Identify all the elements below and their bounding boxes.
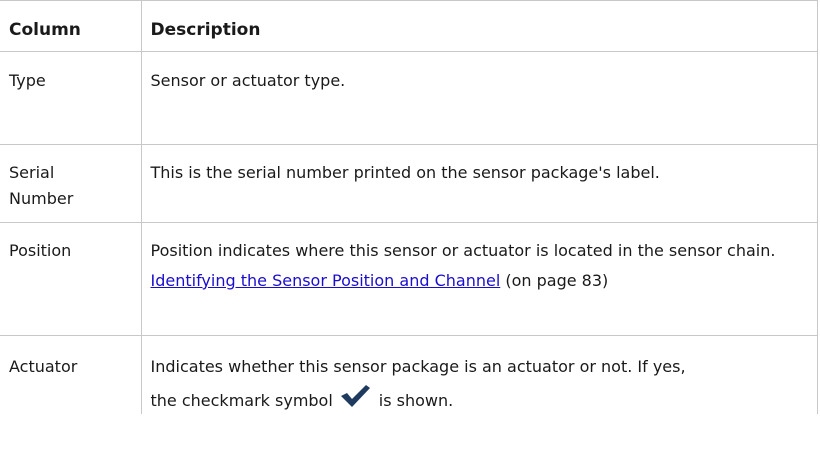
table-row: Serial Number This is the serial number …: [0, 144, 818, 223]
actuator-description-line1: Indicates whether this sensor package is…: [150, 357, 686, 376]
actuator-pre-icon-text: the checkmark symbol: [150, 391, 333, 410]
actuator-post-icon-text: is shown.: [378, 391, 454, 410]
table-row: Type Sensor or actuator type.: [0, 51, 818, 145]
cell-description-position: Position indicates where this sensor or …: [140, 222, 818, 336]
table-row: Actuator Indicates whether this sensor p…: [0, 335, 818, 414]
position-link-line: Identifying the Sensor Position and Chan…: [151, 268, 818, 294]
serial-number-label: Serial Number: [9, 163, 74, 208]
table-row: Position Position indicates where this s…: [0, 222, 818, 336]
header-description: Description: [140, 0, 818, 52]
cell-column-position: Position: [0, 222, 142, 336]
sensor-position-link[interactable]: Identifying the Sensor Position and Chan…: [151, 271, 501, 290]
cell-column-actuator: Actuator: [0, 335, 142, 414]
checkmark-icon: [339, 384, 371, 408]
cell-column-type: Type: [0, 51, 142, 145]
column-description-table: Column Description Type Sensor or actuat…: [0, 0, 818, 414]
position-description: Position indicates where this sensor or …: [150, 241, 776, 260]
cell-description-serial-number: This is the serial number printed on the…: [140, 144, 818, 223]
table-header-row: Column Description: [0, 0, 818, 52]
cell-description-type: Sensor or actuator type.: [140, 51, 818, 145]
header-column: Column: [0, 0, 142, 52]
cell-description-actuator: Indicates whether this sensor package is…: [140, 335, 818, 414]
page-reference: (on page 83): [500, 271, 609, 290]
actuator-description-line2: the checkmark symbol is shown.: [151, 384, 818, 414]
cell-column-serial-number: Serial Number: [0, 144, 142, 223]
